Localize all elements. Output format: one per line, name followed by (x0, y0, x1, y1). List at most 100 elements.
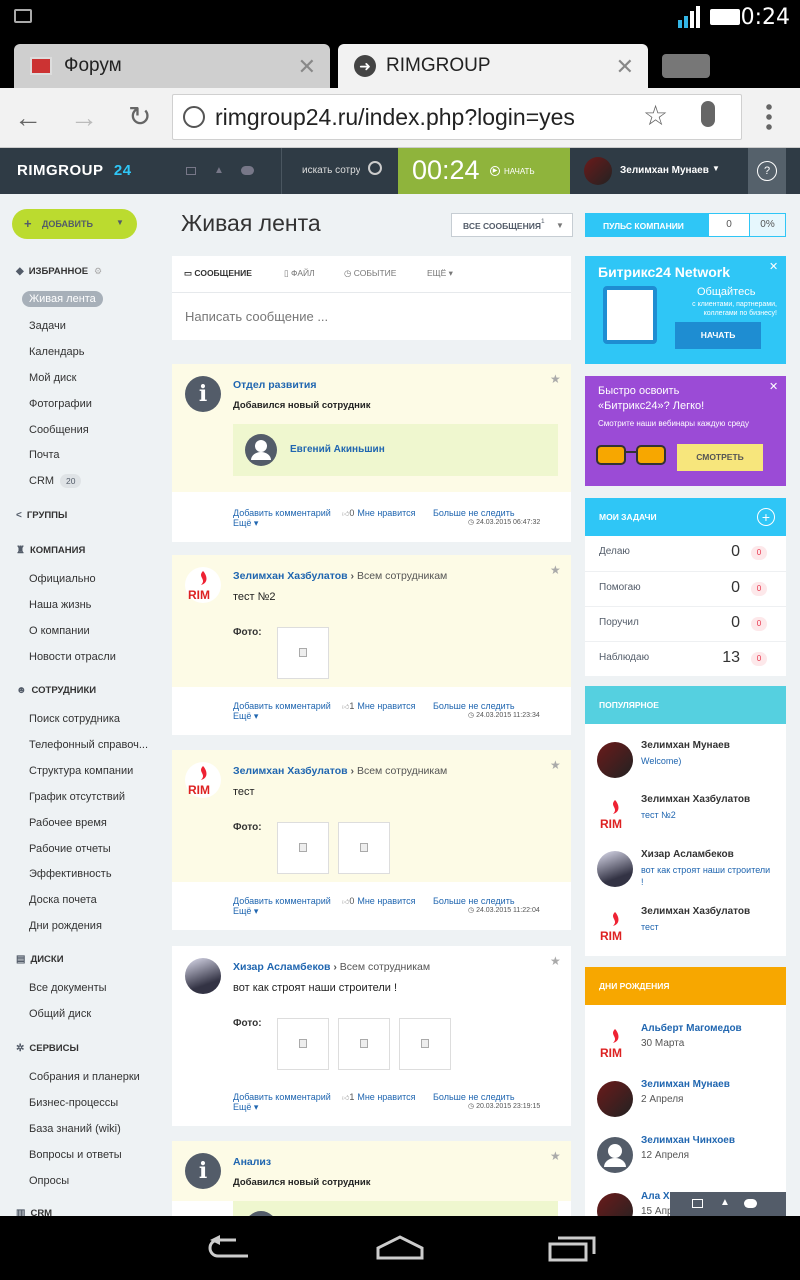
logo[interactable]: RIMGROUP 24 (17, 162, 132, 179)
popular-text[interactable]: тест №2 (641, 809, 771, 821)
task-row[interactable]: Делаю 0 0 (585, 536, 786, 571)
close-icon[interactable]: ✕ (769, 380, 778, 393)
webinar-banner[interactable]: Быстро освоить «Битрикс24»? Легко! ✕ Смо… (585, 376, 786, 486)
sidebar-section-company[interactable]: ♜ КОМПАНИЯ (16, 545, 85, 556)
popular-author[interactable]: Зелимхан Мунаев (641, 740, 730, 751)
search-icon[interactable] (368, 161, 382, 175)
sidebar-item[interactable]: Рабочее время (29, 817, 107, 829)
cloud-icon[interactable] (744, 1199, 757, 1208)
unfollow-link[interactable]: Больше не следить (433, 508, 515, 518)
sidebar-section-services[interactable]: ✲ СЕРВИСЫ (16, 1043, 79, 1054)
timer-block[interactable]: 00:24 ▶ НАЧАТЬ (398, 148, 570, 194)
author-name[interactable]: Хизар Асламбеков › Всем сотрудникам (233, 961, 430, 973)
sidebar-item[interactable]: Наша жизнь (29, 599, 91, 611)
unfollow-link[interactable]: Больше не следить (433, 701, 515, 711)
sidebar-section-favorites[interactable]: ◆ ИЗБРАННОЕ (16, 266, 88, 277)
close-icon[interactable]: ✕ (769, 260, 778, 273)
favorite-star-icon[interactable]: ★ (550, 954, 561, 968)
employee-name[interactable]: Евгений Акиньшин (290, 444, 385, 455)
sidebar-section-employees[interactable]: ☻ СОТРУДНИКИ (16, 685, 96, 696)
like-link[interactable]: Мне нравится (357, 701, 415, 711)
menu-icon[interactable] (766, 102, 772, 132)
sidebar-item[interactable]: Почта (29, 449, 60, 461)
add-comment-link[interactable]: Добавить комментарий (233, 701, 331, 711)
sidebar-item[interactable]: Задачи (29, 320, 66, 332)
microphone-icon[interactable] (701, 101, 715, 127)
sidebar-item[interactable]: Новости отрасли (29, 651, 116, 663)
sidebar-item[interactable]: Общий диск (29, 1008, 91, 1020)
gear-icon[interactable]: ⚙ (94, 266, 102, 277)
back-icon[interactable]: ← (14, 102, 42, 134)
filter-dropdown[interactable]: ВСЕ СООБЩЕНИЯ 1 ▼ (451, 213, 573, 237)
sidebar-item[interactable]: Сообщения (29, 424, 89, 436)
popular-author[interactable]: Зелимхан Хазбулатов (641, 794, 750, 805)
more-link[interactable]: Ещё ▾ (233, 711, 258, 722)
forward-icon[interactable]: → (70, 102, 98, 134)
sidebar-item[interactable]: Телефонный справоч... (29, 739, 148, 751)
author-name[interactable]: Зелимхан Хазбулатов › Всем сотрудникам (233, 765, 447, 777)
sidebar-item[interactable]: Доска почета (29, 894, 97, 906)
like-block[interactable]: 👍︎1 Мне нравится (342, 1092, 416, 1102)
author-label[interactable]: Отдел развития (233, 379, 317, 391)
home-nav-icon[interactable] (374, 1234, 426, 1262)
sidebar-item[interactable]: Вопросы и ответы (29, 1149, 122, 1161)
task-row[interactable]: Помогаю 0 0 (585, 571, 786, 606)
sidebar-item[interactable]: Бизнес-процессы (29, 1097, 118, 1109)
sidebar-section-groups[interactable]: < ГРУППЫ (16, 510, 67, 521)
sidebar-item[interactable]: О компании (29, 625, 90, 637)
add-comment-link[interactable]: Добавить комментарий (233, 896, 331, 906)
sidebar-item[interactable]: Все документы (29, 982, 107, 994)
author-label[interactable]: Зелимхан Хазбулатов (233, 765, 348, 777)
more-link[interactable]: Ещё ▾ (233, 906, 258, 917)
birthday-name[interactable]: Альберт Магомедов (641, 1023, 742, 1034)
message-input[interactable]: Написать сообщение ... (185, 309, 328, 324)
sidebar-item[interactable]: Структура компании (29, 765, 133, 777)
author-label[interactable]: Хизар Асламбеков (233, 961, 330, 973)
task-row[interactable]: Поручил 0 0 (585, 606, 786, 641)
sidebar-item[interactable]: Эффективность (29, 868, 112, 880)
close-icon[interactable]: ✕ (616, 54, 634, 80)
add-comment-link[interactable]: Добавить комментарий (233, 1092, 331, 1102)
add-task-icon[interactable]: + (757, 508, 775, 526)
like-block[interactable]: 👍︎1 Мне нравится (342, 701, 416, 711)
popular-author[interactable]: Хизар Асламбеков (641, 849, 734, 860)
recents-nav-icon[interactable] (548, 1234, 596, 1262)
bell-icon[interactable]: ▲ (214, 165, 224, 176)
task-row[interactable]: Наблюдаю 13 0 (585, 641, 786, 676)
reload-icon[interactable]: ↻ (128, 100, 151, 133)
favorite-star-icon[interactable]: ★ (550, 758, 561, 772)
chat-icon[interactable] (186, 167, 196, 175)
tab-rimgroup[interactable]: ➜ RIMGROUP ✕ (338, 44, 648, 88)
bookmark-star-icon[interactable]: ☆ (643, 99, 668, 132)
more-link[interactable]: Ещё ▾ (233, 1102, 258, 1113)
search-box[interactable]: искать сотрудник (281, 148, 398, 194)
new-tab-button[interactable] (662, 54, 710, 78)
search-input[interactable]: искать сотрудник (302, 165, 360, 176)
author-name[interactable]: Зелимхан Хазбулатов › Всем сотрудникам (233, 570, 447, 582)
add-button[interactable]: + ДОБАВИТЬ ▼ (12, 209, 137, 239)
composer-tab-message[interactable]: ▭ СООБЩЕНИЕ (184, 268, 252, 279)
help-button[interactable]: ? (748, 148, 786, 194)
post-destination[interactable]: Всем сотрудникам (357, 765, 447, 777)
unfollow-link[interactable]: Больше не следить (433, 896, 515, 906)
popular-text[interactable]: вот как строят наши строители ! (641, 864, 771, 888)
author-name[interactable]: Отдел развития (233, 379, 317, 391)
post-destination[interactable]: Всем сотрудникам (357, 570, 447, 582)
popular-text[interactable]: Welcome) (641, 755, 771, 767)
cloud-icon[interactable] (241, 166, 254, 175)
sidebar-item[interactable]: CRM (29, 475, 54, 487)
sidebar-item[interactable]: Поиск сотрудника (29, 713, 120, 725)
birthday-name[interactable]: Зелимхан Мунаев (641, 1079, 730, 1090)
favorite-star-icon[interactable]: ★ (550, 1149, 561, 1163)
sidebar-item-active[interactable]: Живая лента (22, 291, 103, 307)
close-icon[interactable]: ✕ (298, 54, 316, 80)
start-button[interactable]: НАЧАТЬ (504, 167, 535, 176)
url-input[interactable]: rimgroup24.ru/index.php?login=yes ☆ (172, 94, 742, 140)
favorite-star-icon[interactable]: ★ (550, 372, 561, 386)
sidebar-section-disks[interactable]: ▤ ДИСКИ (16, 954, 64, 965)
sidebar-item[interactable]: Официально (29, 573, 96, 585)
sidebar-item[interactable]: Календарь (29, 346, 85, 358)
sidebar-item[interactable]: Мой диск (29, 372, 76, 384)
bell-icon[interactable]: ▲ (720, 1197, 730, 1208)
composer-tab-more[interactable]: ЕЩЁ ▾ (427, 268, 453, 279)
